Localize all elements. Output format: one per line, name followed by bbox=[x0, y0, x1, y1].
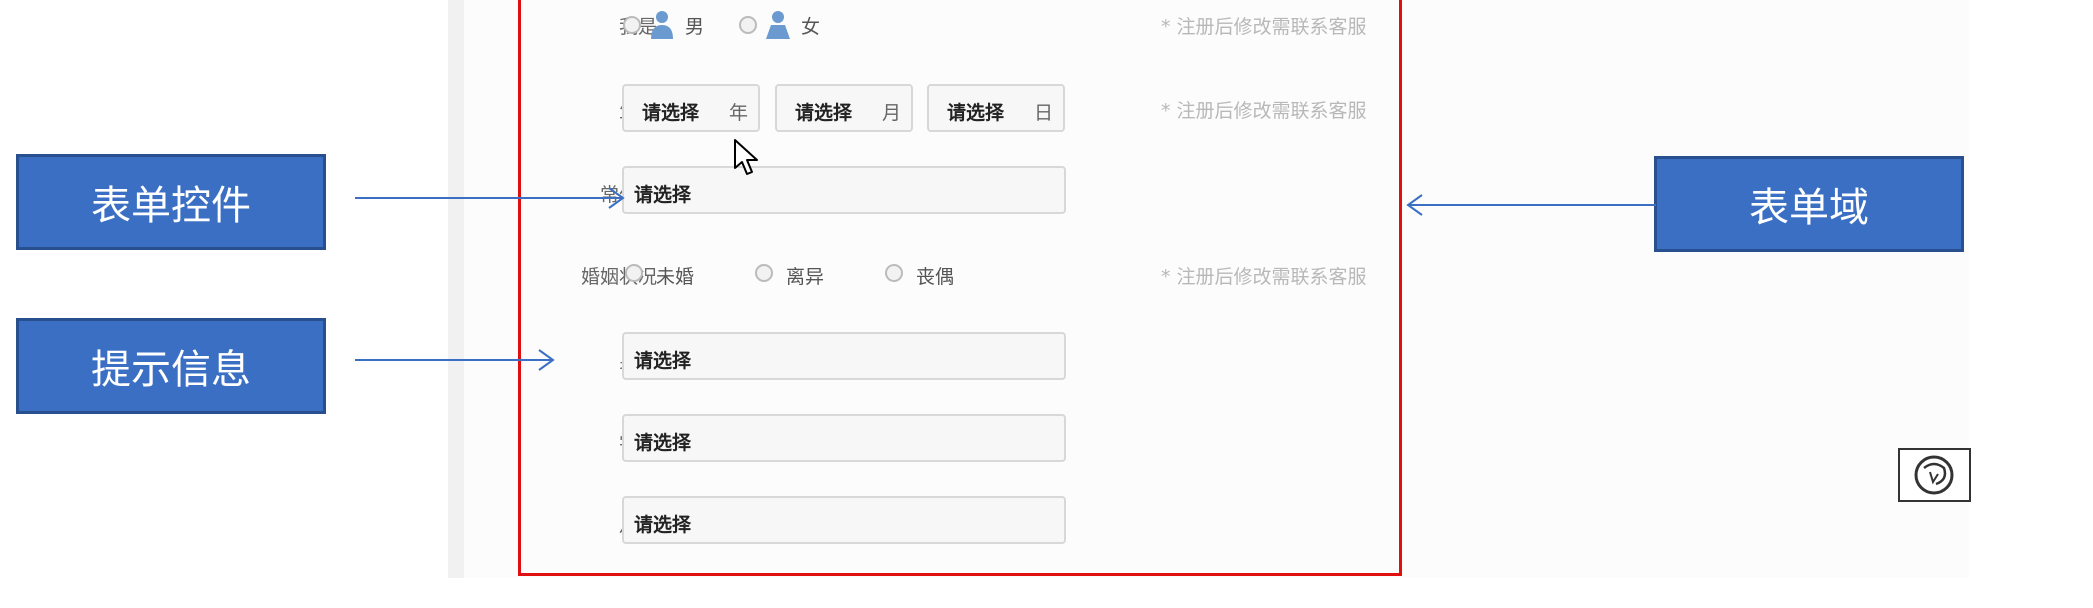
birth-month-select[interactable]: 请选择 月 bbox=[775, 84, 913, 132]
form-domain-note: 表单域 bbox=[1654, 156, 1964, 252]
form-domain-frame: 我是 男 女 * 注册后修改需联系客服 生日 请选择 年 请选择 月 请选择 日… bbox=[518, 0, 1402, 576]
female-user-icon bbox=[766, 11, 790, 39]
birth-month-unit: 月 bbox=[881, 102, 901, 124]
residence-placeholder: 请选择 bbox=[634, 184, 692, 206]
gender-male-radio[interactable] bbox=[623, 16, 641, 34]
marital-hint: * 注册后修改需联系客服 bbox=[1161, 266, 1367, 288]
gender-female-radio[interactable] bbox=[739, 16, 757, 34]
mouse-cursor-icon bbox=[734, 139, 758, 175]
birth-year-placeholder: 请选择 bbox=[642, 102, 700, 124]
gender-hint: * 注册后修改需联系客服 bbox=[1161, 16, 1367, 38]
app-badge-icon bbox=[1914, 455, 1954, 495]
marital-divorced-label: 离异 bbox=[786, 266, 825, 288]
marital-single-label: 未婚 bbox=[656, 266, 695, 288]
marital-divorced-radio[interactable] bbox=[755, 264, 773, 282]
gender-male-label: 男 bbox=[685, 16, 705, 38]
birth-day-unit: 日 bbox=[1033, 102, 1053, 124]
birth-year-select[interactable]: 请选择 年 bbox=[622, 84, 760, 132]
education-placeholder: 请选择 bbox=[634, 432, 692, 454]
gender-female-label: 女 bbox=[801, 16, 821, 38]
birth-month-placeholder: 请选择 bbox=[795, 102, 853, 124]
form-control-note: 表单控件 bbox=[16, 154, 326, 250]
right-margin bbox=[1969, 0, 2093, 608]
height-select[interactable]: 请选择 bbox=[622, 332, 1066, 380]
height-placeholder: 请选择 bbox=[634, 350, 692, 372]
hint-info-arrow bbox=[355, 349, 555, 371]
male-user-icon bbox=[651, 11, 673, 39]
marital-widowed-radio[interactable] bbox=[885, 264, 903, 282]
page-left-strip bbox=[448, 0, 464, 578]
education-select[interactable]: 请选择 bbox=[622, 414, 1066, 462]
form-control-arrow bbox=[355, 187, 625, 209]
salary-placeholder: 请选择 bbox=[634, 514, 692, 536]
residence-select[interactable]: 请选择 bbox=[622, 166, 1066, 214]
birth-day-placeholder: 请选择 bbox=[947, 102, 1005, 124]
birth-year-unit: 年 bbox=[728, 102, 748, 124]
form-domain-arrow bbox=[1406, 194, 1656, 216]
app-badge bbox=[1898, 448, 1971, 502]
birth-day-select[interactable]: 请选择 日 bbox=[927, 84, 1065, 132]
salary-select[interactable]: 请选择 bbox=[622, 496, 1066, 544]
birthday-hint: * 注册后修改需联系客服 bbox=[1161, 100, 1367, 122]
marital-widowed-label: 丧偶 bbox=[916, 266, 955, 288]
hint-info-note: 提示信息 bbox=[16, 318, 326, 414]
marital-single-radio[interactable] bbox=[625, 264, 643, 282]
